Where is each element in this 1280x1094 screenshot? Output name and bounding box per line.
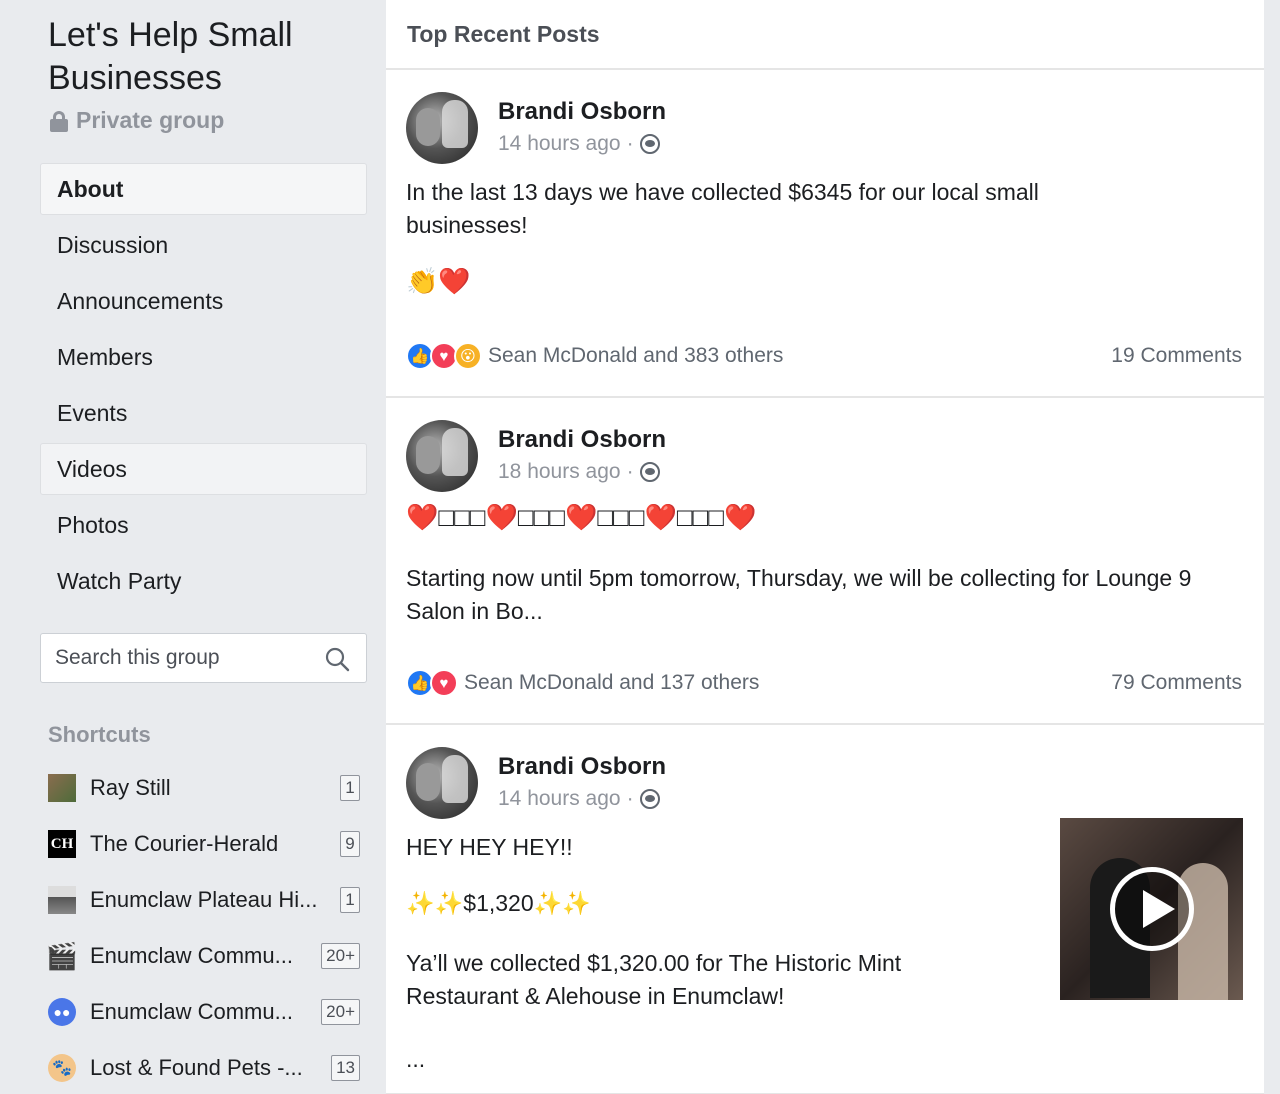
- post-text: Starting now until 5pm tomorrow, Thursda…: [406, 565, 1192, 624]
- user-avatar-icon: [48, 774, 76, 802]
- author-avatar[interactable]: [406, 420, 478, 492]
- shortcut-label: Enumclaw Commu...: [90, 943, 293, 968]
- post-time[interactable]: 18 hours ago: [498, 460, 621, 484]
- see-more-link[interactable]: ...: [406, 1043, 425, 1076]
- shortcut-item[interactable]: 🎬 Enumclaw Commu... 20+: [45, 928, 360, 984]
- nav-item-about[interactable]: About: [40, 163, 367, 215]
- group-photo-icon: [48, 886, 76, 914]
- reactions-summary[interactable]: 👍 ♥ Sean McDonald and 137 others: [406, 669, 759, 697]
- author-name[interactable]: Brandi Osborn: [498, 753, 666, 781]
- nav-item-photos[interactable]: Photos: [40, 499, 367, 551]
- meta-separator: ·: [626, 787, 634, 810]
- group-sidebar: Let's Help Small Businesses Private grou…: [0, 0, 386, 1094]
- meta-separator: ·: [626, 132, 634, 155]
- nav-item-watch-party[interactable]: Watch Party: [40, 555, 367, 607]
- globe-icon[interactable]: [639, 789, 660, 809]
- shortcut-item[interactable]: Enumclaw Plateau Hi... 1: [48, 872, 360, 928]
- shortcut-label: Lost & Found Pets -...: [90, 1055, 303, 1080]
- ch-logo-icon: CH: [48, 830, 76, 858]
- nav-item-discussion[interactable]: Discussion: [40, 219, 367, 271]
- shortcut-label: Enumclaw Commu...: [90, 999, 293, 1024]
- author-name[interactable]: Brandi Osborn: [498, 426, 666, 454]
- clapper-icon: 🎬: [45, 940, 79, 971]
- shortcut-item[interactable]: ●● Enumclaw Commu... 20+: [48, 984, 360, 1040]
- notification-badge: 9: [340, 831, 360, 857]
- shortcuts-list: Ray Still 1 CH The Courier-Herald 9 Enum…: [45, 760, 360, 1094]
- reactions-text: Sean McDonald and 383 others: [488, 344, 784, 367]
- post-time[interactable]: 14 hours ago: [498, 132, 621, 156]
- post-line: HEY HEY HEY!!: [406, 834, 573, 860]
- notification-badge: 13: [331, 1055, 360, 1081]
- globe-icon[interactable]: [639, 134, 660, 154]
- post-meta: 14 hours ago ·: [498, 787, 660, 811]
- post-emoji: ❤️□□□❤️□□□❤️□□□❤️□□□❤️: [406, 502, 757, 532]
- notification-badge: 1: [340, 775, 360, 801]
- video-thumbnail[interactable]: [1060, 818, 1243, 1000]
- panel-header: Top Recent Posts: [386, 0, 1264, 70]
- author-avatar[interactable]: [406, 92, 478, 164]
- search-box: [40, 633, 367, 683]
- search-icon[interactable]: [324, 646, 350, 672]
- comments-count[interactable]: 79 Comments: [1111, 671, 1242, 695]
- privacy-label: Private group: [50, 107, 224, 134]
- post: Brandi Osborn 14 hours ago · HEY HEY HEY…: [386, 725, 1264, 1094]
- nav-item-events[interactable]: Events: [40, 387, 367, 439]
- post: Brandi Osborn 14 hours ago · In the last…: [386, 70, 1264, 398]
- notification-badge: 1: [340, 887, 360, 913]
- group-nav: About Discussion Announcements Members E…: [40, 163, 367, 611]
- paw-icon: 🐾: [48, 1054, 76, 1082]
- notification-badge: 20+: [321, 999, 360, 1025]
- posts-panel: Top Recent Posts Brandi Osborn 14 hours …: [386, 0, 1264, 1094]
- post-time[interactable]: 14 hours ago: [498, 787, 621, 811]
- post-meta: 14 hours ago ·: [498, 132, 660, 156]
- post-meta: 18 hours ago ·: [498, 460, 660, 484]
- privacy-text: Private group: [76, 107, 225, 133]
- scroll-gutter: [1264, 0, 1280, 1094]
- comments-count[interactable]: 19 Comments: [1111, 344, 1242, 368]
- post: Brandi Osborn 18 hours ago · ❤️□□□❤️□□□❤…: [386, 398, 1264, 725]
- globe-icon[interactable]: [639, 462, 660, 482]
- notification-badge: 20+: [321, 943, 360, 969]
- meta-separator: ·: [626, 460, 634, 483]
- lock-icon: [50, 110, 68, 132]
- nav-item-members[interactable]: Members: [40, 331, 367, 383]
- wow-icon: 😮: [454, 342, 482, 370]
- play-icon[interactable]: [1110, 867, 1194, 951]
- nav-item-videos[interactable]: Videos: [40, 443, 367, 495]
- shortcut-item[interactable]: 🐾 Lost & Found Pets -... 13: [48, 1040, 360, 1094]
- shortcut-label: Ray Still: [90, 775, 171, 800]
- reactions-summary[interactable]: 👍 ♥ 😮 Sean McDonald and 383 others: [406, 342, 783, 370]
- shortcut-label: The Courier-Herald: [90, 831, 279, 856]
- group-icon: ●●: [48, 998, 76, 1026]
- post-emoji: 👏❤️: [406, 266, 471, 296]
- author-name[interactable]: Brandi Osborn: [498, 98, 666, 126]
- post-text: Ya’ll we collected $1,320.00 for The His…: [406, 950, 902, 1009]
- love-icon: ♥: [430, 669, 458, 697]
- nav-item-announcements[interactable]: Announcements: [40, 275, 367, 327]
- shortcuts-heading: Shortcuts: [48, 722, 151, 747]
- search-input[interactable]: [55, 646, 315, 670]
- shortcut-item[interactable]: Ray Still 1: [48, 760, 360, 816]
- post-text: In the last 13 days we have collected $6…: [406, 179, 1039, 238]
- shortcut-item[interactable]: CH The Courier-Herald 9: [48, 816, 360, 872]
- reactions-text: Sean McDonald and 137 others: [464, 671, 760, 694]
- group-title[interactable]: Let's Help Small Businesses: [48, 14, 368, 100]
- author-avatar[interactable]: [406, 747, 478, 819]
- shortcut-label: Enumclaw Plateau Hi...: [90, 887, 318, 912]
- post-line: ✨✨$1,320✨✨: [406, 890, 591, 916]
